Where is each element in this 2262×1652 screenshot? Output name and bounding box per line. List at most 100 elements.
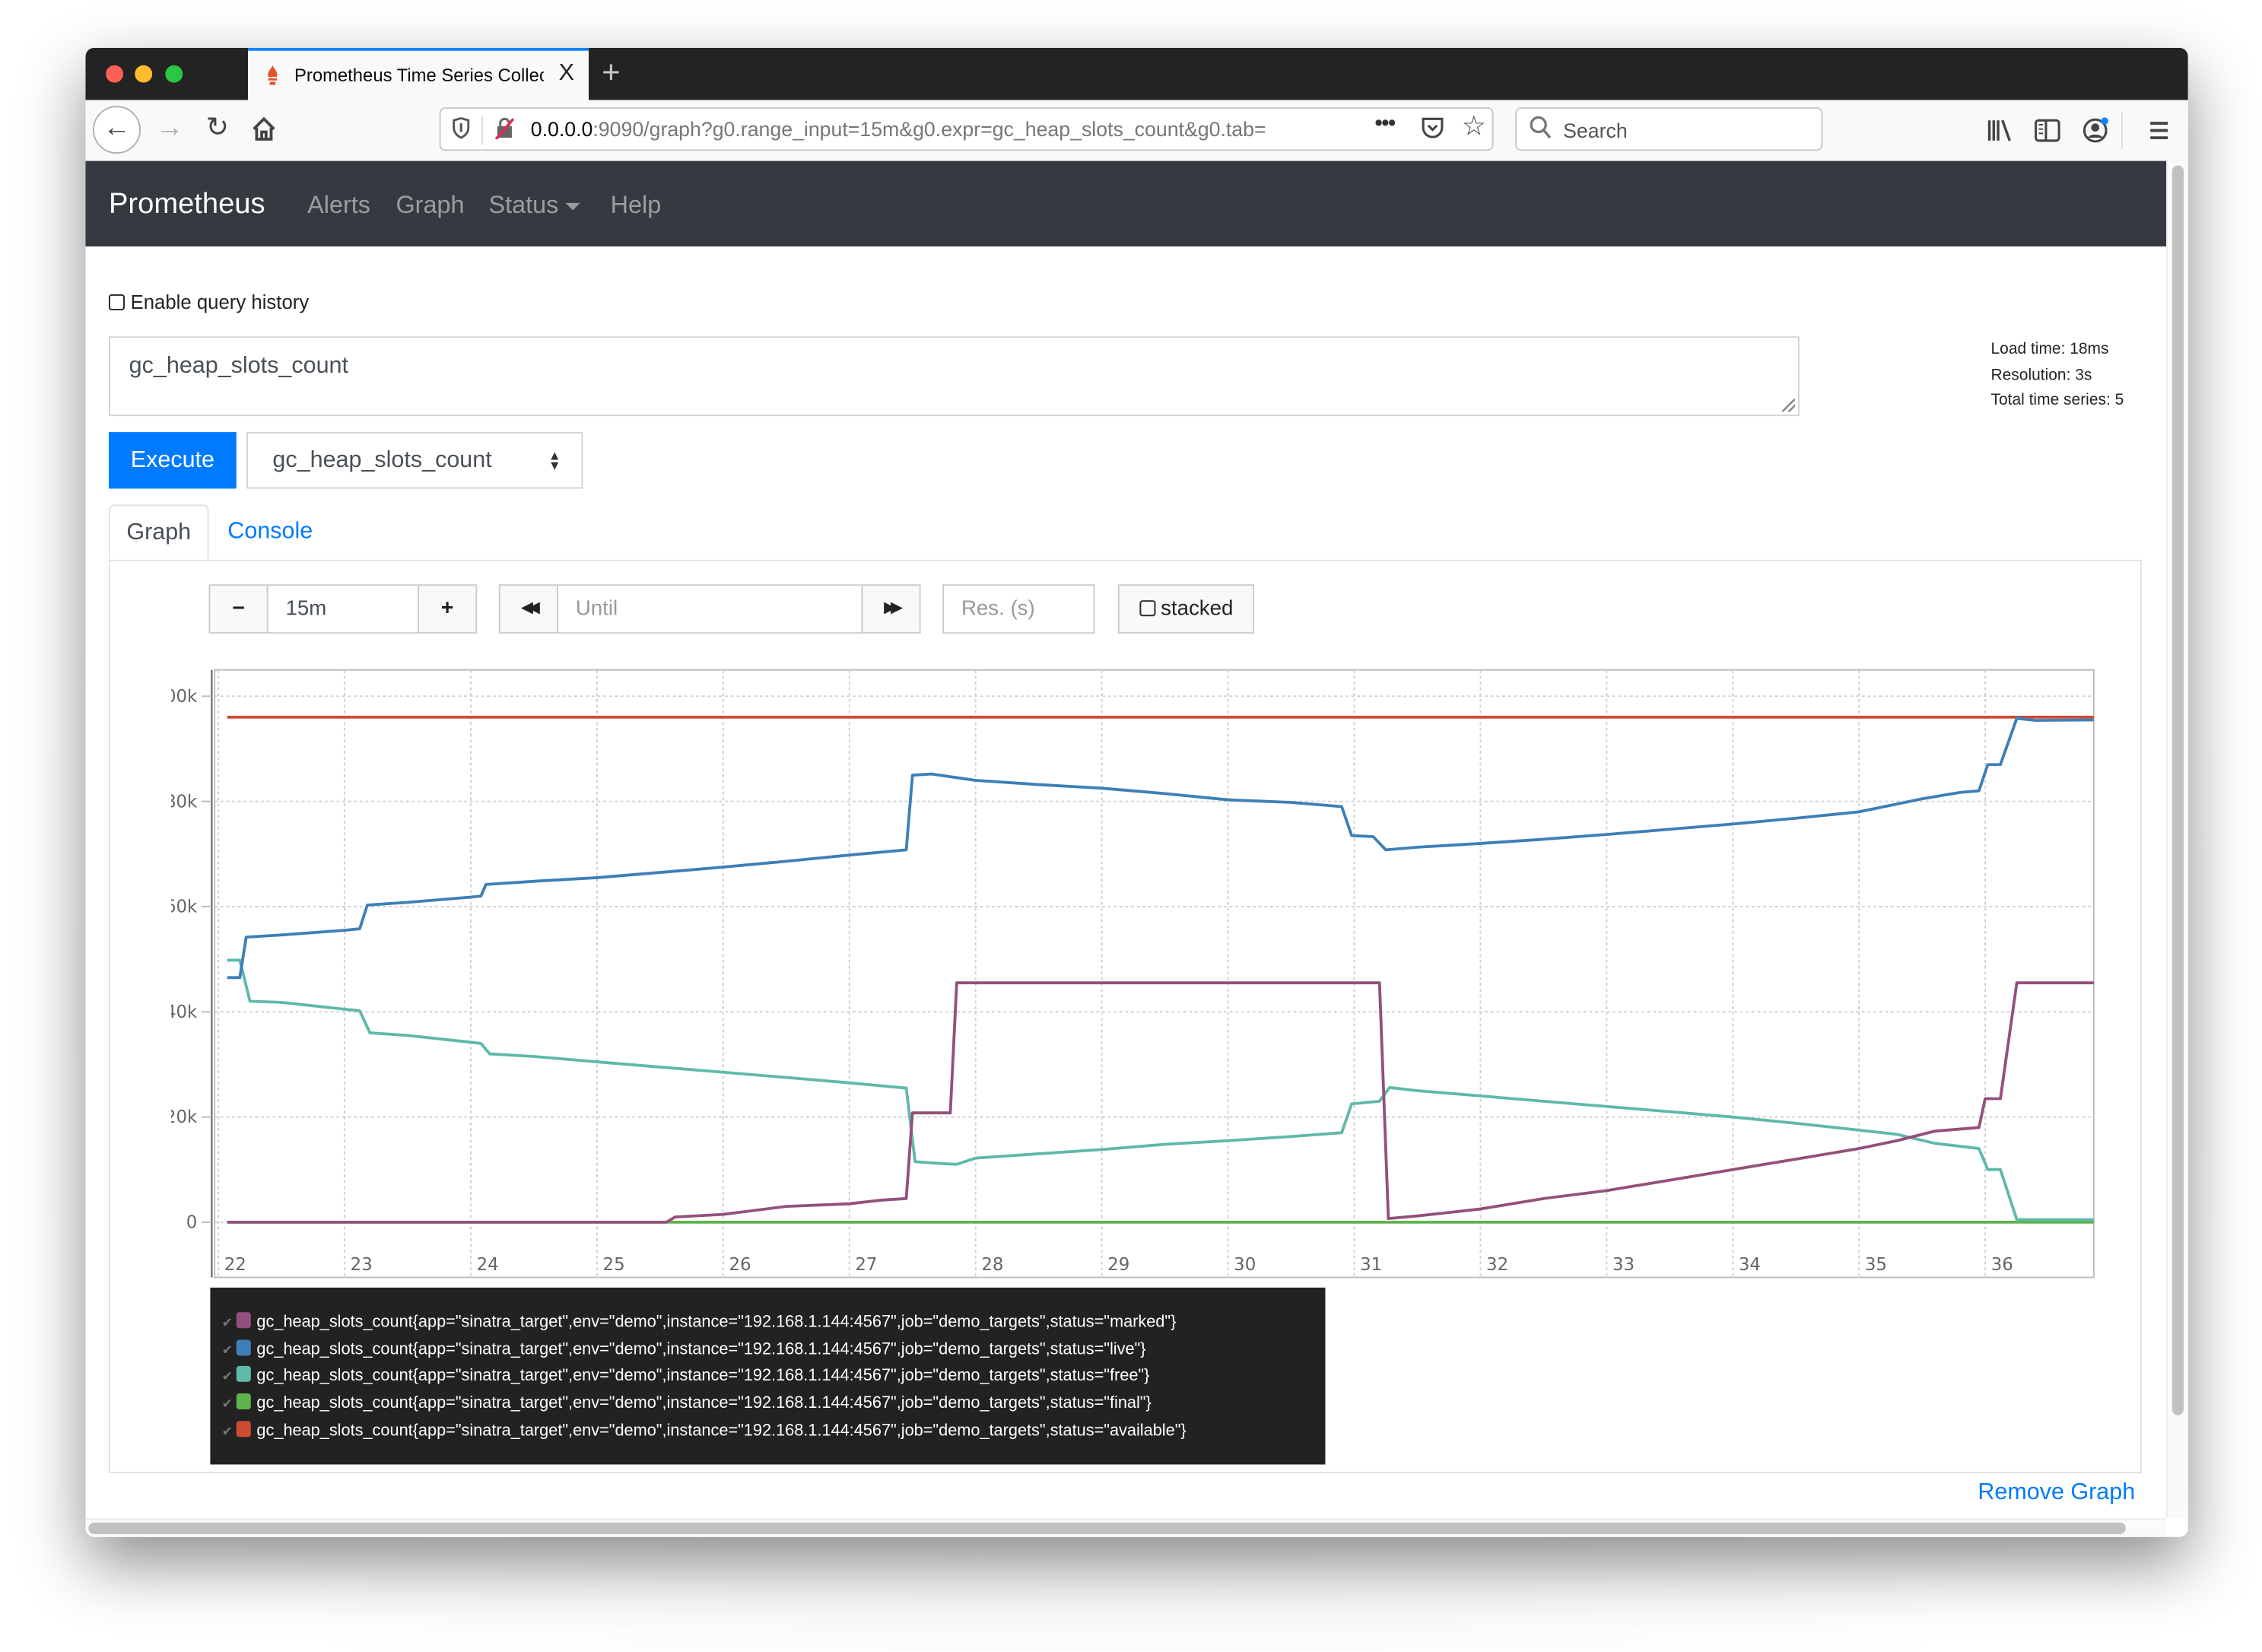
browser-tab[interactable]: Prometheus Time Series Collec X: [247, 47, 589, 100]
vertical-scrollbar[interactable]: [2166, 160, 2188, 1519]
view-tabs: Graph Console: [108, 504, 2142, 561]
url-separator: [481, 116, 483, 145]
x-tick-label: 26: [729, 1255, 751, 1275]
search-box[interactable]: Search: [1515, 107, 1823, 151]
resolution-input[interactable]: Res. (s): [942, 584, 1095, 634]
nav-help[interactable]: Help: [611, 192, 662, 221]
time-forward-button[interactable]: ▶▶: [861, 584, 921, 634]
checkbox-icon[interactable]: [1139, 600, 1155, 617]
shield-icon[interactable]: [453, 117, 470, 139]
remove-graph-link[interactable]: Remove Graph: [1978, 1480, 2135, 1506]
x-tick-label: 24: [477, 1255, 499, 1275]
query-stats: Load time: 18ms Resolution: 3s Total tim…: [1990, 338, 2124, 414]
url-path: :9090/graph?g0.range_input=15m&g0.expr=g…: [593, 117, 1266, 141]
screen: Prometheus Time Series Collec X + ← → ↻ …: [0, 0, 2262, 1652]
brand-logo[interactable]: Prometheus: [109, 189, 265, 222]
x-tick-label: 35: [1865, 1255, 1887, 1275]
horizontal-scrollbar-thumb[interactable]: [88, 1522, 2126, 1534]
sidebar-icon[interactable]: [2033, 116, 2062, 145]
home-button[interactable]: [242, 107, 285, 151]
check-icon[interactable]: ✔: [222, 1396, 237, 1412]
search-placeholder: Search: [1563, 119, 1628, 142]
legend-item[interactable]: ✔ gc_heap_slots_count{app="sinatra_target…: [222, 1393, 1152, 1419]
nav-graph[interactable]: Graph: [396, 192, 464, 221]
new-tab-button[interactable]: +: [602, 54, 621, 92]
checkbox-icon[interactable]: [108, 294, 125, 310]
query-history-label: Enable query history: [130, 291, 310, 313]
check-icon[interactable]: ✔: [222, 1342, 237, 1358]
arrow-right-icon: →: [155, 113, 184, 144]
arrow-left-icon: ←: [103, 113, 131, 144]
legend-item[interactable]: ✔ gc_heap_slots_count{app="sinatra_target…: [222, 1420, 1187, 1447]
address-bar[interactable]: 0.0.0.0:9090/graph?g0.range_input=15m&g0…: [439, 107, 1494, 151]
y-tick-label: 0: [186, 1213, 198, 1233]
legend-swatch: [236, 1420, 251, 1437]
nav-status[interactable]: Status: [488, 192, 580, 221]
check-icon[interactable]: ✔: [222, 1424, 237, 1440]
close-tab-icon[interactable]: X: [559, 61, 574, 87]
metric-select-value: gc_heap_slots_count: [272, 448, 492, 473]
caret-down-icon: [565, 202, 580, 211]
range-input[interactable]: 15m: [266, 584, 419, 634]
legend-label: gc_heap_slots_count{app="sinatra_target"…: [256, 1340, 1146, 1358]
toolbar-separator: [2121, 111, 2123, 150]
legend-swatch: [236, 1366, 251, 1383]
range-increase-button[interactable]: +: [418, 584, 478, 634]
maximize-window-button[interactable]: [165, 65, 183, 83]
url-text[interactable]: 0.0.0.0:9090/graph?g0.range_input=15m&g0…: [531, 117, 1323, 141]
prometheus-favicon-icon: [268, 65, 278, 85]
select-arrows-icon: ▲ ▼: [548, 448, 561, 473]
legend-label: gc_heap_slots_count{app="sinatra_target"…: [256, 1314, 1177, 1332]
legend-item[interactable]: ✔ gc_heap_slots_count{app="sinatra_target…: [222, 1312, 1177, 1338]
insecure-lock-icon[interactable]: [494, 117, 515, 140]
hamburger-menu-icon[interactable]: [2145, 116, 2174, 145]
x-tick-label: 33: [1612, 1255, 1635, 1275]
x-tick-label: 36: [1991, 1255, 2013, 1275]
more-icon[interactable]: •••: [1374, 112, 1396, 138]
browser-window: Prometheus Time Series Collec X + ← → ↻ …: [85, 47, 2188, 1537]
execute-button[interactable]: Execute: [108, 432, 237, 489]
check-icon[interactable]: ✔: [222, 1369, 237, 1385]
pocket-icon[interactable]: [1421, 116, 1444, 141]
forward-button[interactable]: →: [148, 107, 191, 151]
time-back-button[interactable]: ◀◀: [498, 584, 558, 634]
x-tick-label: 29: [1107, 1255, 1129, 1275]
legend-item[interactable]: ✔ gc_heap_slots_count{app="sinatra_target…: [222, 1339, 1146, 1365]
tab-graph[interactable]: Graph: [108, 504, 209, 560]
range-decrease-button[interactable]: −: [208, 584, 268, 634]
library-icon[interactable]: [1985, 116, 2014, 145]
minimize-window-button[interactable]: [135, 65, 153, 83]
resize-handle-icon[interactable]: [1781, 399, 1796, 412]
x-tick-label: 25: [603, 1255, 625, 1275]
expression-input[interactable]: gc_heap_slots_count: [108, 336, 1800, 417]
check-icon[interactable]: ✔: [222, 1315, 237, 1331]
close-window-button[interactable]: [106, 65, 124, 83]
legend-swatch: [236, 1312, 251, 1329]
star-icon[interactable]: ☆: [1462, 110, 1486, 144]
browser-toolbar: ← → ↻ 0.0.0.0:9090/graph?g0.range_input=…: [85, 100, 2188, 163]
stacked-toggle[interactable]: stacked: [1117, 584, 1255, 634]
account-icon[interactable]: [2081, 116, 2110, 145]
y-tick-label: 60k: [171, 897, 198, 917]
reload-button[interactable]: ↻: [195, 107, 239, 151]
tab-console[interactable]: Console: [227, 519, 313, 545]
time-series-chart[interactable]: 0 20k 40k 60k 80k 100k 22 23 24 25 26 27 28 29 30 31 32 3…: [171, 664, 2114, 1288]
back-button[interactable]: ←: [93, 106, 141, 154]
until-input[interactable]: Until: [557, 584, 863, 634]
metric-select[interactable]: gc_heap_slots_count ▲ ▼: [246, 432, 583, 489]
nav-alerts[interactable]: Alerts: [307, 192, 370, 221]
y-tick-label: 100k: [171, 687, 198, 707]
query-history-toggle[interactable]: Enable query history: [108, 291, 310, 313]
legend-swatch: [236, 1393, 251, 1410]
reload-icon: ↻: [205, 113, 230, 144]
url-host: 0.0.0.0: [530, 117, 593, 141]
x-tick-label: 34: [1739, 1255, 1761, 1275]
chart-legend: ✔ gc_heap_slots_count{app="sinatra_target…: [210, 1287, 1326, 1465]
legend-item[interactable]: ✔ gc_heap_slots_count{app="sinatra_target…: [222, 1366, 1150, 1393]
x-tick-label: 28: [981, 1255, 1003, 1275]
legend-swatch: [236, 1339, 251, 1355]
stacked-label: stacked: [1161, 597, 1234, 621]
horizontal-scrollbar[interactable]: [85, 1518, 2167, 1537]
vertical-scrollbar-thumb[interactable]: [2171, 165, 2184, 1415]
plot-frame: [214, 669, 2095, 1279]
